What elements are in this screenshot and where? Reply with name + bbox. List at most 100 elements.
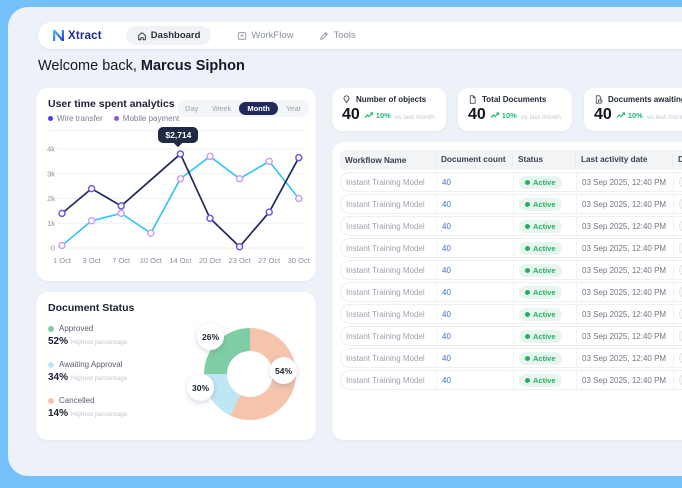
table-row[interactable]: Instant Training Model40Active03 Sep 202…	[340, 260, 682, 280]
table-row[interactable]: Instant Training Model40Active03 Sep 202…	[340, 282, 682, 302]
last-activity-cell: 03 Sep 2025, 12:40 PM	[576, 371, 673, 389]
welcome-prefix: Welcome back,	[38, 58, 137, 74]
details-cell	[673, 305, 682, 323]
status-badge: Active	[519, 264, 562, 277]
chart-tooltip: $2,714	[158, 127, 198, 143]
status-cell: Active	[513, 327, 576, 345]
table-row[interactable]: Instant Training Model40Active03 Sep 202…	[340, 238, 682, 258]
status-badge: Active	[519, 308, 562, 321]
table-row[interactable]: Instant Training Model40Active03 Sep 202…	[340, 370, 682, 390]
table-row[interactable]: Instant Training Model40Active03 Sep 202…	[340, 216, 682, 236]
stat-card-compare: vs last month	[647, 114, 682, 121]
range-toggle: DayWeekMonthYear	[177, 100, 309, 117]
stat-card-value-row: 4010%vs last month	[594, 106, 682, 124]
status-cell: Active	[513, 349, 576, 367]
status-cell: Active	[513, 173, 576, 191]
workflow-name-cell: Instant Training Model	[341, 173, 436, 191]
stat-card-documents-awaiting-approval: Documents awaiting approval4010%vs last …	[584, 88, 682, 131]
status-dot	[525, 246, 530, 251]
table-header-row: Workflow NameDocument countStatusLast ac…	[340, 150, 682, 170]
status-cell: Active	[513, 261, 576, 279]
nav-item-dashboard[interactable]: Dashboard	[126, 26, 212, 45]
status-legend-dot	[48, 326, 54, 332]
trend-up-icon	[364, 112, 374, 119]
status-text: Active	[533, 288, 556, 297]
svg-text:2k: 2k	[47, 194, 55, 203]
document-count-cell: 40	[436, 195, 513, 213]
last-activity-cell: 03 Sep 2025, 12:40 PM	[576, 327, 673, 345]
stat-card-value: 40	[342, 106, 360, 124]
nav-item-tools[interactable]: Tools	[319, 30, 355, 41]
table-row[interactable]: Instant Training Model40Active03 Sep 202…	[340, 172, 682, 192]
last-activity-cell: 03 Sep 2025, 12:40 PM	[576, 305, 673, 323]
column-header-last-activity-date: Last activity date	[575, 154, 672, 166]
status-text: Active	[533, 310, 556, 319]
document-count-cell: 40	[436, 173, 513, 191]
status-text: Active	[533, 332, 556, 341]
last-activity-cell: 03 Sep 2025, 12:40 PM	[576, 217, 673, 235]
column-header-status: Status	[512, 154, 575, 166]
status-dot	[525, 378, 530, 383]
welcome-heading: Welcome back, Marcus Siphon	[38, 58, 245, 74]
status-dot	[525, 180, 530, 185]
status-cell: Active	[513, 305, 576, 323]
range-option-year[interactable]: Year	[280, 102, 307, 115]
analytics-title: User time spent analytics	[48, 98, 175, 110]
dashboard-page: { "brand": { "logo_text": "Xtract" }, "n…	[0, 0, 682, 488]
document-count-cell: 40	[436, 371, 513, 389]
status-text: Active	[533, 200, 556, 209]
range-option-day[interactable]: Day	[179, 102, 204, 115]
status-text: Active	[533, 376, 556, 385]
table-row[interactable]: Instant Training Model40Active03 Sep 202…	[340, 304, 682, 324]
table-row[interactable]: Instant Training Model40Active03 Sep 202…	[340, 326, 682, 346]
donut-label-54pct: 54%	[270, 357, 297, 384]
brand-logo[interactable]: Xtract	[52, 29, 102, 42]
status-badge: Active	[519, 352, 562, 365]
table-row[interactable]: Instant Training Model40Active03 Sep 202…	[340, 348, 682, 368]
svg-text:20 Oct: 20 Oct	[199, 256, 222, 265]
status-badge: Active	[519, 242, 562, 255]
last-activity-cell: 03 Sep 2025, 12:40 PM	[576, 283, 673, 301]
details-cell	[673, 239, 682, 257]
document-count-cell: 40	[436, 305, 513, 323]
status-legend-note: Highest percentage	[71, 411, 127, 418]
app-panel: Xtract Dashboard WorkFlow Tools Welcome ba…	[8, 7, 682, 476]
status-cell: Active	[513, 217, 576, 235]
status-legend-label: Approved	[59, 324, 93, 333]
status-badge: Active	[519, 330, 562, 343]
range-option-week[interactable]: Week	[206, 102, 237, 115]
stat-card-compare: vs last month	[521, 114, 561, 121]
analytics-card: User time spent analytics Wire transferM…	[36, 88, 316, 281]
stat-card-value-row: 4010%vs last month	[342, 106, 436, 124]
column-header-document-count: Document count	[435, 154, 512, 166]
document-status-card: Document Status Approved52%Highest perce…	[36, 292, 316, 440]
line-chart-area: 01k2k3k4k1 Oct3 Oct7 Oct10 Oct14 Oct20 O…	[42, 136, 310, 276]
stat-card-trend: 10%	[364, 111, 391, 120]
svg-text:10 Oct: 10 Oct	[140, 256, 163, 265]
status-text: Active	[533, 354, 556, 363]
table-row[interactable]: Instant Training Model40Active03 Sep 202…	[340, 194, 682, 214]
details-cell	[673, 261, 682, 279]
workflow-name-cell: Instant Training Model	[341, 327, 436, 345]
svg-text:0: 0	[51, 244, 55, 253]
stat-card-trend-value: 10%	[376, 111, 391, 120]
svg-text:23 Oct: 23 Oct	[229, 256, 252, 265]
details-cell	[673, 283, 682, 301]
stat-card-number-of-objects: Number of objects4010%vs last month	[332, 88, 446, 131]
stat-card-head: Number of objects	[342, 95, 436, 104]
document-count-cell: 40	[436, 217, 513, 235]
status-legend-note: Highest percentage	[71, 375, 127, 382]
status-dot	[525, 312, 530, 317]
legend-dot	[48, 116, 53, 121]
last-activity-cell: 03 Sep 2025, 12:40 PM	[576, 195, 673, 213]
donut-label-26pct: 26%	[197, 323, 224, 350]
legend-dot	[114, 116, 119, 121]
status-badge: Active	[519, 198, 562, 211]
status-dot	[525, 290, 530, 295]
status-legend-head: Approved	[48, 324, 127, 333]
range-option-month[interactable]: Month	[239, 102, 278, 115]
status-legend-percent: 14%Highest percentage	[48, 408, 127, 419]
nav-item-workflow[interactable]: WorkFlow	[237, 30, 293, 41]
last-activity-cell: 03 Sep 2025, 12:40 PM	[576, 261, 673, 279]
details-cell	[673, 217, 682, 235]
